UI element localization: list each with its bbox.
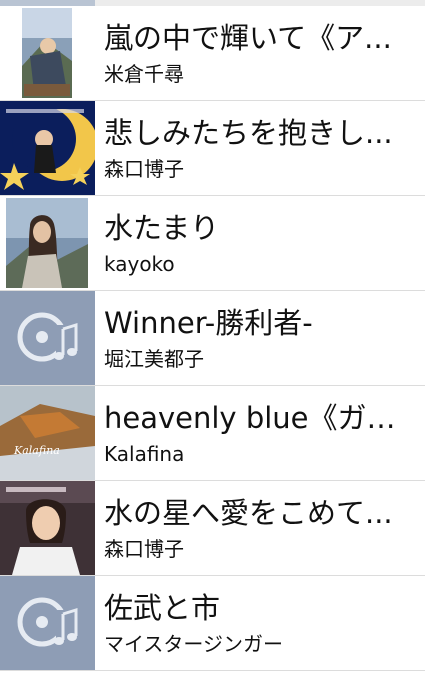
album-art-placeholder [0, 291, 95, 385]
song-title: 悲しみたちを抱きし... [104, 116, 393, 150]
song-artist: 森口博子 [104, 157, 184, 181]
song-row[interactable]: 悲しみたちを抱きし... 森口博子 [0, 101, 425, 196]
song-artist: 森口博子 [104, 537, 184, 561]
music-disc-icon [17, 597, 78, 648]
song-title: 水たまり [104, 211, 220, 245]
song-title: 嵐の中で輝いて《ア... [104, 21, 392, 55]
album-art [0, 196, 95, 290]
album-art: Kalafina [0, 386, 95, 480]
song-row[interactable]: 水の星へ愛をこめて... 森口博子 [0, 481, 425, 576]
song-artist: Kalafina [104, 442, 185, 466]
song-row[interactable]: 水たまり kayoko [0, 196, 425, 291]
song-title: 水の星へ愛をこめて... [104, 496, 393, 530]
song-artist: kayoko [104, 252, 175, 276]
music-disc-icon [17, 312, 78, 363]
song-row[interactable]: Kalafina heavenly blue《ガイ... Kalafina [0, 386, 425, 481]
song-list[interactable]: 嵐の中で輝いて《ア... 米倉千尋 悲しみたちを抱きし... 森口博子 水たまり… [0, 6, 425, 671]
song-title: heavenly blue《ガイ... [104, 401, 408, 435]
song-row[interactable]: 佐武と市 マイスタージンガー [0, 576, 425, 671]
song-artist: 堀江美都子 [104, 347, 204, 371]
album-art-placeholder [0, 576, 95, 670]
svg-text:Kalafina: Kalafina [13, 444, 60, 457]
album-art [0, 101, 95, 195]
album-art [0, 481, 95, 575]
song-artist: 米倉千尋 [104, 62, 184, 86]
album-art [0, 6, 95, 100]
song-row[interactable]: 嵐の中で輝いて《ア... 米倉千尋 [0, 6, 425, 101]
song-artist: マイスタージンガー [104, 632, 283, 656]
song-row[interactable]: Winner-勝利者- 堀江美都子 [0, 291, 425, 386]
song-title: Winner-勝利者- [104, 306, 313, 340]
song-title: 佐武と市 [104, 591, 221, 625]
